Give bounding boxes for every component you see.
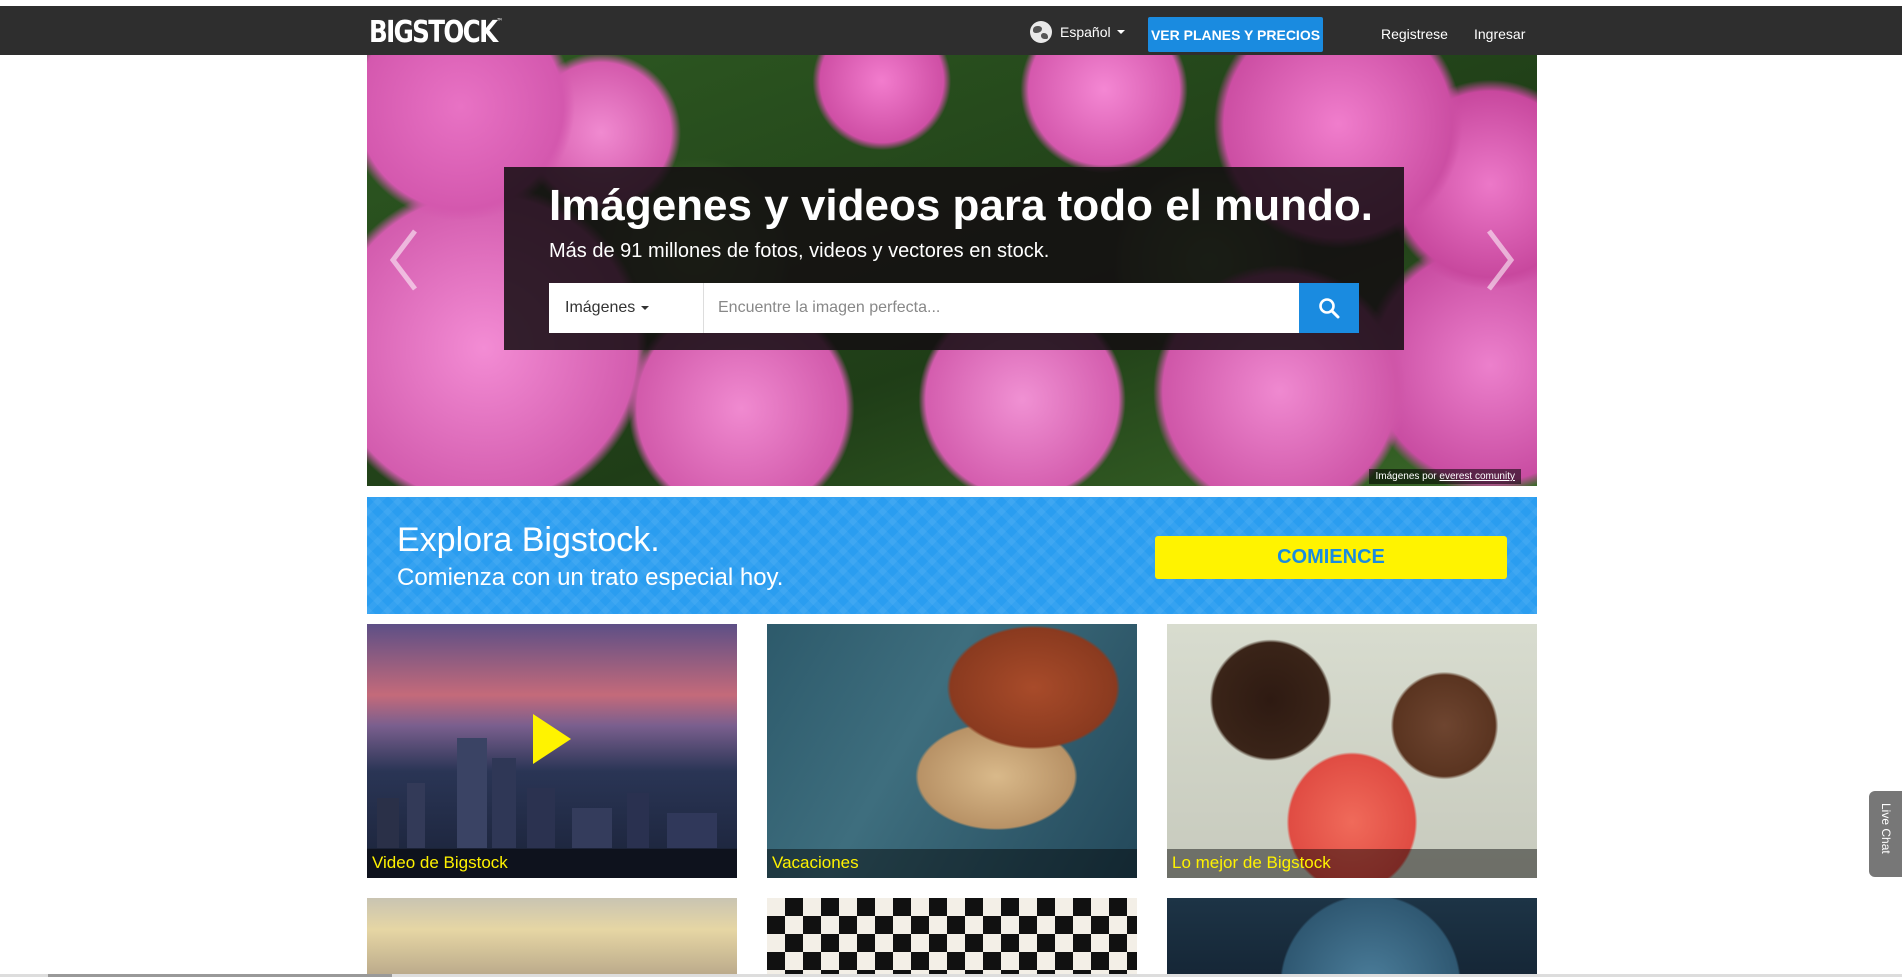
plans-pricing-button[interactable]: VER PLANES Y PRECIOS xyxy=(1148,17,1323,52)
chevron-right-icon[interactable] xyxy=(1485,225,1515,295)
promo-banner: Explora Bigstock. Comienza con un trato … xyxy=(367,497,1537,614)
promo-subtitle: Comienza con un trato especial hoy. xyxy=(397,564,784,591)
tile-best-of[interactable]: Lo mejor de Bigstock xyxy=(1167,624,1537,878)
logo-text: BIGSTOCK xyxy=(369,15,498,50)
image-credit: Imágenes por everest comunity xyxy=(1369,469,1521,484)
caret-down-icon xyxy=(1116,30,1125,34)
live-chat-label: Live Chat xyxy=(1879,803,1893,854)
logo-trademark: ™ xyxy=(496,17,504,26)
hero-search-panel: Imágenes y videos para todo el mundo. Má… xyxy=(504,167,1404,350)
tile-label: Lo mejor de Bigstock xyxy=(1167,849,1537,878)
login-link[interactable]: Ingresar xyxy=(1474,26,1525,42)
credit-prefix: Imágenes por xyxy=(1375,471,1437,482)
hero-subtitle: Más de 91 millones de fotos, videos y ve… xyxy=(549,240,1050,262)
globe-icon xyxy=(1030,21,1052,43)
language-label: Español xyxy=(1060,24,1111,40)
tile-pattern-image[interactable] xyxy=(767,898,1137,977)
search-input[interactable] xyxy=(704,283,1299,333)
start-button[interactable]: COMIENCE xyxy=(1155,536,1507,579)
tile-space-image[interactable] xyxy=(1167,898,1537,977)
search-icon xyxy=(1319,298,1340,319)
top-navbar: BIGSTOCK™ Español VER PLANES Y PRECIOS R… xyxy=(0,6,1902,55)
tile-label: Vacaciones xyxy=(767,849,1137,878)
promo-title: Explora Bigstock. xyxy=(397,521,660,559)
search-button[interactable] xyxy=(1299,283,1359,333)
search-type-dropdown[interactable]: Imágenes xyxy=(549,283,704,333)
hero-title: Imágenes y videos para todo el mundo. xyxy=(549,181,1373,230)
tile-video[interactable]: Video de Bigstock xyxy=(367,624,737,878)
chevron-left-icon[interactable] xyxy=(389,225,419,295)
bigstock-logo[interactable]: BIGSTOCK™ xyxy=(369,15,503,50)
register-link[interactable]: Registrese xyxy=(1381,26,1448,42)
tile-vacations[interactable]: Vacaciones xyxy=(767,624,1137,878)
play-icon[interactable] xyxy=(533,714,571,764)
live-chat-tab[interactable]: Live Chat xyxy=(1869,791,1902,877)
tile-label: Video de Bigstock xyxy=(367,849,737,878)
hero-banner: Imágenes y videos para todo el mundo. Má… xyxy=(367,55,1537,486)
search-bar: Imágenes xyxy=(549,283,1359,333)
tile-sky-image[interactable] xyxy=(367,898,737,977)
language-selector[interactable]: Español xyxy=(1030,20,1125,44)
credit-author-link[interactable]: everest comunity xyxy=(1439,471,1515,482)
search-type-label: Imágenes xyxy=(565,299,636,316)
caret-down-icon xyxy=(641,306,650,310)
